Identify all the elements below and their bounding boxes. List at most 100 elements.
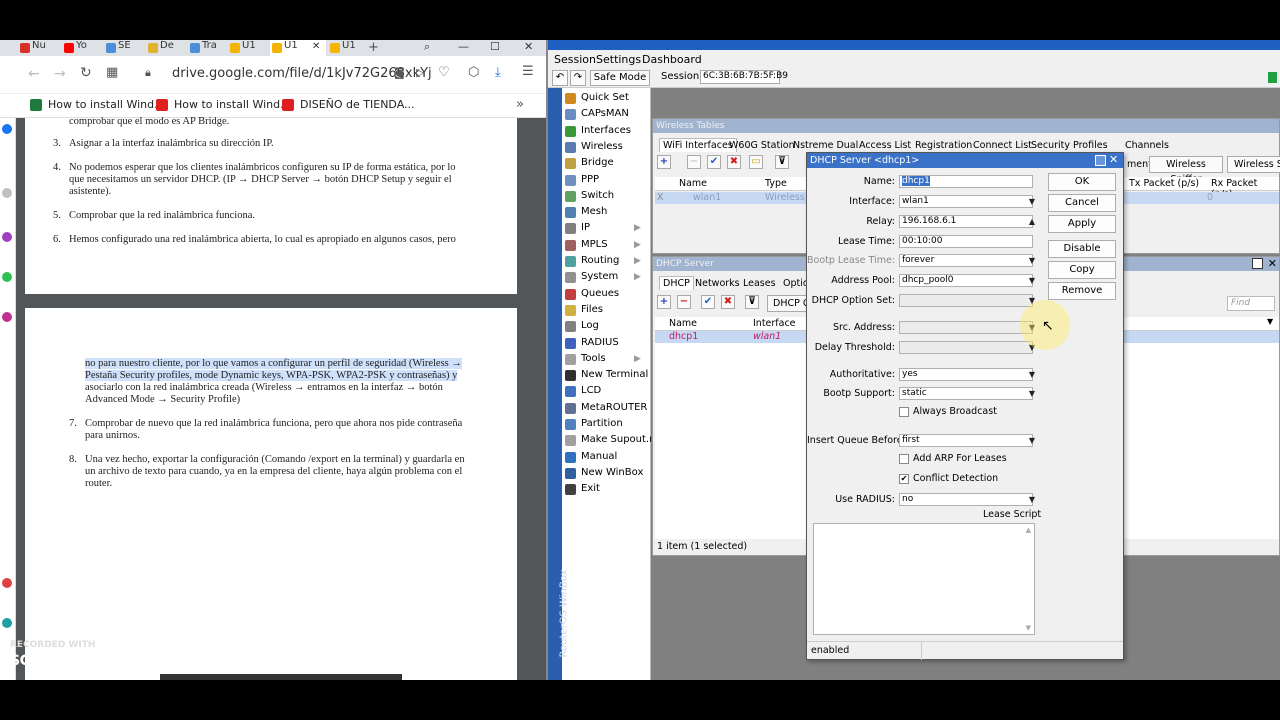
wireless-tab[interactable]: Connect List [973, 140, 1032, 151]
remove-button[interactable]: Remove [1048, 282, 1116, 300]
menu-session[interactable]: Session [554, 53, 596, 66]
sidebar-item-ip[interactable]: IP ▶ [564, 220, 641, 236]
copy-button[interactable]: Copy [1048, 261, 1116, 279]
sidebar-item-log[interactable]: Log [564, 318, 599, 334]
field-insert-queue-before[interactable]: first [899, 434, 1033, 447]
filter-icon[interactable]: ⊽ [775, 155, 789, 169]
dhcp-config-button[interactable]: DHCP C [767, 295, 811, 312]
apps-icon[interactable]: ▦ [106, 65, 118, 80]
disable-icon[interactable]: ✖ [721, 295, 735, 309]
column-name[interactable]: Name [679, 178, 707, 189]
browser-tab[interactable]: Yo [62, 40, 102, 56]
undo-icon[interactable]: ↶ [552, 70, 568, 86]
dhcp-tab[interactable]: Networks [695, 278, 740, 289]
column-type[interactable]: Type [765, 178, 787, 189]
horizontal-scrollbar[interactable] [160, 674, 402, 680]
sidebar-item-new-terminal[interactable]: New Terminal [564, 367, 648, 383]
disable-button[interactable]: Disable [1048, 240, 1116, 258]
app-icon[interactable] [2, 188, 12, 198]
app-icon[interactable] [2, 618, 12, 628]
wireless-snooper-button[interactable]: Wireless Sn [1227, 156, 1280, 173]
scroll-down-icon[interactable]: ▼ [1026, 624, 1031, 632]
field-authoritative[interactable]: yes [899, 368, 1033, 381]
maximize-icon[interactable] [1252, 258, 1263, 269]
enable-icon[interactable]: ✔ [701, 295, 715, 309]
pdf-viewer[interactable]: comprobar que el modo es AP Bridge. 3. Asi… [16, 116, 546, 680]
filter-icon[interactable]: ⊽ [745, 295, 759, 309]
dhcp-tab[interactable]: DHCP [659, 276, 694, 290]
checkbox[interactable]: ✔ [899, 474, 909, 484]
sidebar-item-wireless[interactable]: Wireless [564, 139, 623, 155]
search-icon[interactable]: ⌕ [424, 40, 430, 54]
sidebar-item-manual[interactable]: Manual [564, 449, 617, 465]
wireless-tab[interactable]: Access List [859, 140, 911, 151]
sidebar-item-mpls[interactable]: MPLS ▶ [564, 237, 641, 253]
chevron-down-icon[interactable]: ▼ [1027, 368, 1037, 381]
sidebar-item-routing[interactable]: Routing ▶ [564, 253, 641, 269]
sidebar-item-capsman[interactable]: CAPsMAN [564, 106, 629, 122]
checkbox[interactable] [899, 454, 909, 464]
field-src-address[interactable] [899, 321, 1033, 334]
sidebar-item-partition[interactable]: Partition [564, 416, 623, 432]
dhcp-tab[interactable]: Optio [783, 278, 809, 289]
bookmark-item[interactable]: How to install Wind... [30, 98, 165, 111]
wireless-tab[interactable]: Nstreme Dual [793, 140, 858, 151]
browser-tab[interactable]: U1 [328, 40, 368, 56]
bookmark-item[interactable]: How to install Wind... [156, 98, 291, 111]
remove-icon[interactable]: − [677, 295, 691, 309]
disable-icon[interactable]: ✖ [727, 155, 741, 169]
wireless-tab[interactable]: WiFi Interfaces [659, 138, 737, 152]
minimize-icon[interactable]: — [458, 40, 469, 53]
chevron-down-icon[interactable]: ▼ [1027, 434, 1037, 447]
field-delay-threshold[interactable] [899, 341, 1033, 354]
ok-button[interactable]: OK [1048, 173, 1116, 191]
find-input[interactable]: Find [1227, 296, 1275, 311]
sidebar-item-lcd[interactable]: LCD [564, 383, 601, 399]
chevron-down-icon[interactable]: ▼ [1027, 387, 1037, 400]
enable-icon[interactable]: ✔ [707, 155, 721, 169]
browser-tab[interactable]: Nu [18, 40, 58, 56]
sidebar-item-tools[interactable]: Tools ▶ [564, 351, 641, 367]
close-tab-icon[interactable]: ✕ [312, 41, 320, 52]
sidebar-item-exit[interactable]: Exit [564, 481, 600, 497]
sidebar-item-radius[interactable]: RADIUS [564, 335, 619, 351]
wireless-tab[interactable]: Security Profiles [1031, 140, 1108, 151]
download-icon[interactable]: ⤓ [495, 65, 501, 80]
sidebar-item-system[interactable]: System ▶ [564, 269, 641, 285]
field-use-radius[interactable]: no [899, 493, 1033, 506]
wireless-tab[interactable]: Registration [915, 140, 972, 151]
share-icon[interactable]: ▷ [416, 66, 424, 79]
app-icon[interactable] [2, 578, 12, 588]
comment-icon[interactable]: ▭ [749, 155, 763, 169]
dhcp-tab[interactable]: Leases [743, 278, 776, 289]
column-interface[interactable]: Interface [753, 318, 796, 329]
maximize-icon[interactable]: ☐ [490, 40, 500, 53]
sidebar-item-queues[interactable]: Queues [564, 286, 619, 302]
scroll-up-icon[interactable]: ▲ [1026, 526, 1031, 534]
browser-tab[interactable]: U1 ✕ [270, 40, 326, 56]
back-icon[interactable]: ← [28, 66, 40, 82]
star-icon[interactable]: ♡ [438, 65, 450, 80]
cancel-button[interactable]: Cancel [1048, 194, 1116, 212]
facebook-icon[interactable] [2, 124, 12, 134]
sidebar-item-interfaces[interactable]: Interfaces [564, 123, 631, 139]
new-tab-button[interactable]: + [368, 40, 379, 55]
column-tx-packet[interactable]: Tx Packet (p/s) [1129, 178, 1199, 189]
remove-icon[interactable]: − [687, 155, 701, 169]
extensions-icon[interactable]: ⬡ [468, 65, 479, 80]
browser-tab[interactable]: Tra [188, 40, 228, 56]
whatsapp-icon[interactable] [2, 272, 12, 282]
more-bookmarks-icon[interactable]: » [516, 97, 524, 112]
bookmark-item[interactable]: DISEÑO de TIENDA... [282, 98, 415, 111]
close-icon[interactable]: ✕ [524, 40, 533, 53]
sidebar-item-bridge[interactable]: Bridge [564, 155, 614, 171]
safe-mode-button[interactable]: Safe Mode [590, 70, 650, 86]
browser-tab[interactable]: U1 [228, 40, 268, 56]
app-icon[interactable] [2, 232, 12, 242]
close-icon[interactable]: ✕ [1268, 257, 1277, 270]
wireless-tab[interactable]: W60G Station [729, 140, 795, 151]
url-field[interactable]: drive.google.com/file/d/1kJv72G268xkYj [172, 66, 432, 81]
browser-tab[interactable]: De [146, 40, 186, 56]
sidebar-item-mesh[interactable]: Mesh [564, 204, 607, 220]
chevron-down-icon[interactable]: ▼ [1267, 317, 1273, 326]
